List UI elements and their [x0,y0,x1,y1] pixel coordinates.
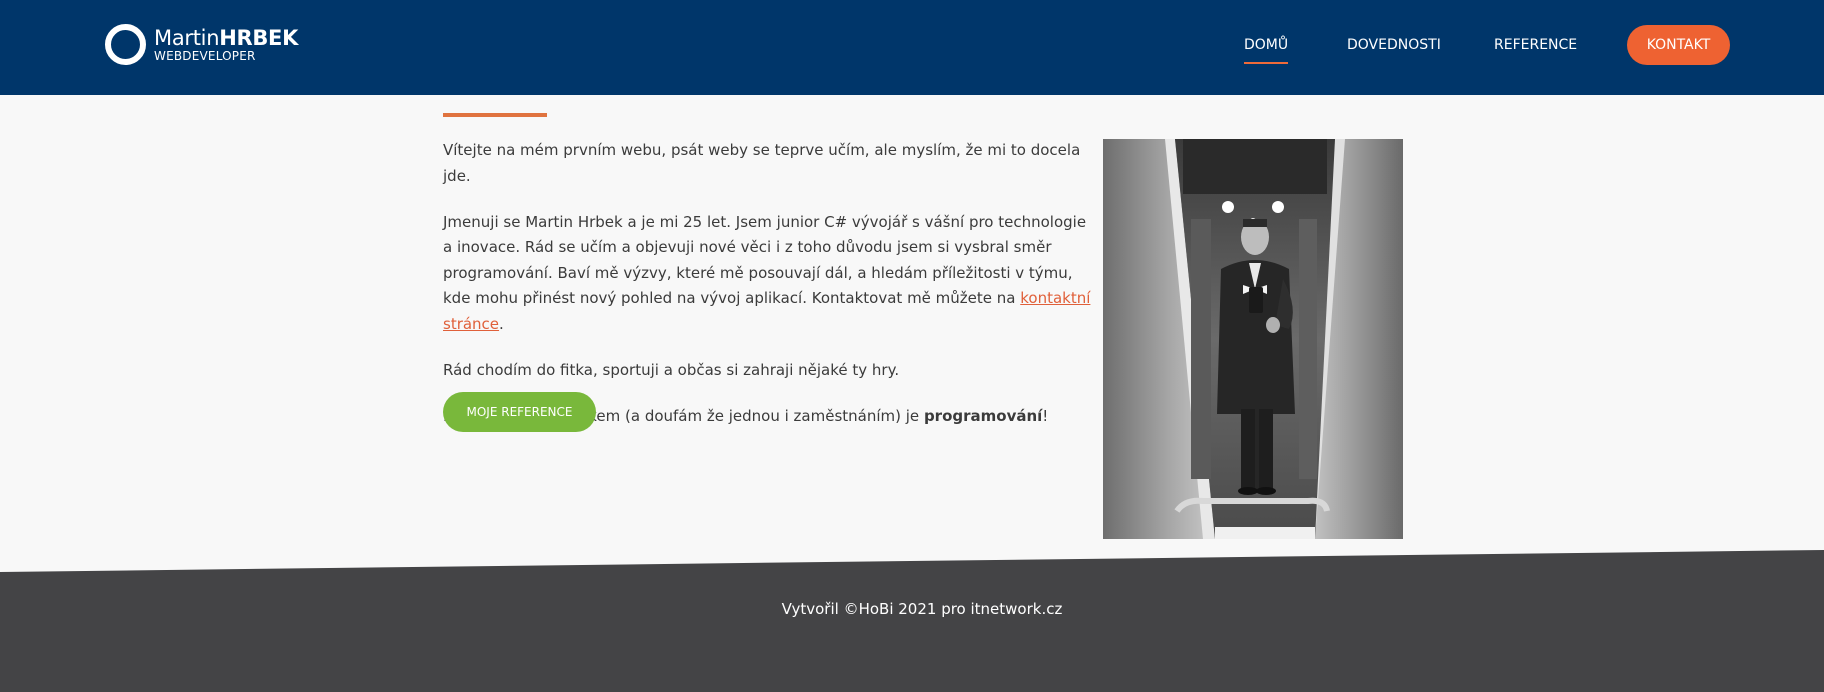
passion-bold: programování [923,406,1043,425]
nav-link-domu[interactable]: DOMŮ [1244,36,1289,64]
nav-link-reference[interactable]: REFERENCE [1494,36,1577,54]
about-text-end: . [499,314,504,333]
site-header: MartinHRBEK WEBDEVELOPER DOMŮ DOVEDNOSTI… [0,0,1824,95]
intro-paragraph-hobbies: Rád chodím do fitka, sportuji a občas si… [443,360,900,379]
profile-photo [1103,139,1403,539]
nav-link-dovednosti[interactable]: DOVEDNOSTI [1347,36,1441,54]
intro-paragraph-welcome: Vítejte na mém prvním webu, psát weby se… [443,141,1081,185]
footer-background [0,550,1824,692]
section-accent-bar [443,113,547,117]
intro-paragraph-about: Jmenuji se Martin Hrbek a je mi 25 let. … [443,210,1095,338]
about-text: Jmenuji se Martin Hrbek a je mi 25 let. … [443,212,1087,308]
site-footer: Vytvořil ©HoBi 2021 pro itnetwork.cz [0,550,1824,692]
kontakt-button[interactable]: KONTAKT [1627,25,1730,65]
main-nav: DOMŮ DOVEDNOSTI REFERENCE KONTAKT [0,0,1824,95]
profile-photo-illustration [1103,139,1403,539]
my-references-button[interactable]: MOJE REFERENCE [443,392,596,432]
passion-text-end: ! [1042,406,1049,425]
footer-copyright: Vytvořil ©HoBi 2021 pro itnetwork.cz [781,600,1063,618]
